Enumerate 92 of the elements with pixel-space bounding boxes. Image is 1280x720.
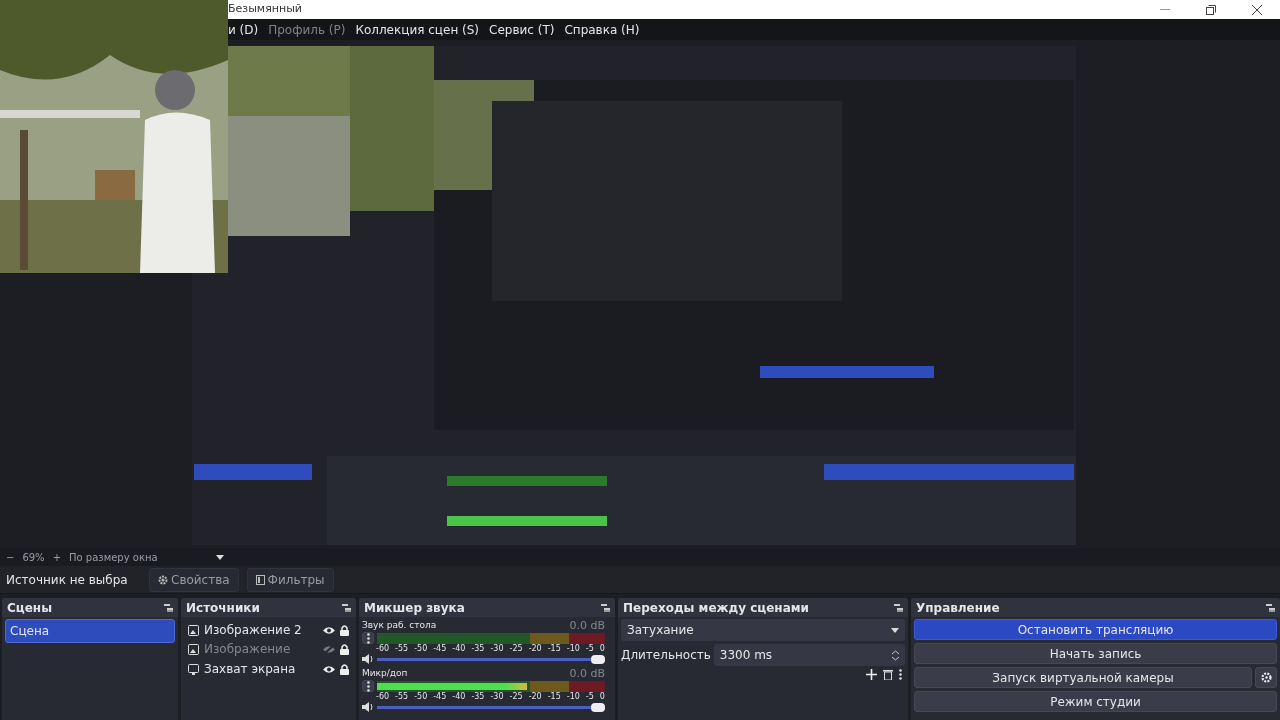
scale-label: -30 xyxy=(490,644,504,654)
source-name: Изображение 2 xyxy=(204,622,303,639)
dots-icon xyxy=(366,632,370,644)
scale-label: -25 xyxy=(509,644,523,654)
db-reading: 0.0 dB xyxy=(569,619,605,632)
dock-title: Источники xyxy=(186,599,260,617)
source-name: Изображение xyxy=(204,643,292,656)
gear-icon xyxy=(158,574,168,585)
menu-button[interactable] xyxy=(362,680,374,692)
db-reading: 0.0 dB xyxy=(569,667,605,680)
scale-label: -60 xyxy=(376,692,390,702)
control-button[interactable]: Остановить трансляцию xyxy=(914,619,1277,640)
image-icon xyxy=(188,644,199,655)
scale-label: -5 xyxy=(585,644,594,654)
menu-item[interactable]: Справка (H) xyxy=(564,20,640,39)
eye-icon[interactable] xyxy=(323,625,335,635)
dots-icon xyxy=(366,680,370,692)
channel-name: Микр/доп xyxy=(362,667,408,680)
dock-title: Переходы между сценами xyxy=(623,599,809,617)
speaker-icon[interactable] xyxy=(362,654,374,664)
undock-icon[interactable] xyxy=(601,603,610,612)
window-title: Безымянный xyxy=(228,1,303,18)
scale-mode-dropdown[interactable]: По размеру окна xyxy=(69,549,224,565)
scale-label: -5 xyxy=(585,692,594,702)
monitor-icon xyxy=(188,663,199,675)
scale-label: -35 xyxy=(471,692,485,702)
scale-label: -30 xyxy=(490,692,504,702)
undock-icon[interactable] xyxy=(164,603,173,612)
scale-label: -50 xyxy=(414,644,428,654)
menu-item[interactable]: Коллекция сцен (S) xyxy=(355,20,480,39)
undock-icon[interactable] xyxy=(342,603,351,612)
scale-label: 0 xyxy=(599,644,605,654)
transition-dropdown[interactable]: Затухание xyxy=(621,619,905,641)
eye-icon[interactable] xyxy=(323,664,335,674)
image-icon xyxy=(188,624,199,636)
menu-item[interactable]: и (D) xyxy=(228,20,259,39)
close-icon[interactable] xyxy=(1252,4,1262,15)
zoom-in-button[interactable]: + xyxy=(52,549,61,565)
caret-icon xyxy=(891,627,899,633)
scale-label: -40 xyxy=(452,692,466,702)
menu-button[interactable] xyxy=(362,632,374,644)
menu-item[interactable]: Сервис (T) xyxy=(489,20,555,39)
scale-label: -20 xyxy=(528,644,542,654)
scale-label: -45 xyxy=(433,692,447,702)
duration-field[interactable]: 3300 ms xyxy=(713,644,905,666)
lock-icon[interactable] xyxy=(340,644,349,655)
maximize-icon[interactable] xyxy=(1206,4,1216,15)
filters-button[interactable]: Фильтры xyxy=(246,567,334,592)
plus-icon[interactable] xyxy=(866,669,877,680)
scale-label: -10 xyxy=(566,644,580,654)
dock-title: Управление xyxy=(916,599,1000,617)
zoom-level: 69% xyxy=(22,550,45,565)
lock-icon[interactable] xyxy=(340,663,349,675)
dock-title: Сцены xyxy=(7,599,52,617)
caret-icon xyxy=(216,554,224,560)
channel-name: Звук раб. стола xyxy=(362,619,437,632)
undock-icon[interactable] xyxy=(1266,603,1275,612)
filter-icon xyxy=(255,574,265,585)
settings-button[interactable] xyxy=(1255,667,1277,688)
scale-label: 0 xyxy=(599,692,605,702)
source-label: Источник не выбра xyxy=(6,571,129,589)
control-button[interactable]: Режим студии xyxy=(914,691,1277,712)
speaker-icon[interactable] xyxy=(362,702,374,712)
eye-slash-icon[interactable] xyxy=(323,645,335,654)
duration-label: Длительность xyxy=(621,647,711,664)
dots-icon[interactable] xyxy=(899,669,902,680)
spin-arrows-icon[interactable] xyxy=(892,649,899,661)
scene-item[interactable]: Сцена xyxy=(5,619,175,643)
scale-label: -20 xyxy=(528,692,542,702)
gear-icon xyxy=(1260,672,1272,683)
undock-icon[interactable] xyxy=(894,603,903,612)
scale-label: -50 xyxy=(414,692,428,702)
zoom-out-button[interactable]: − xyxy=(6,549,15,565)
volume-slider[interactable] xyxy=(377,702,605,712)
lock-icon[interactable] xyxy=(340,624,349,636)
scale-label: -55 xyxy=(395,644,409,654)
scale-label: -15 xyxy=(547,692,561,702)
control-button[interactable]: Запуск виртуальной камеры xyxy=(914,667,1252,688)
control-button[interactable]: Начать запись xyxy=(914,643,1277,664)
scale-label: -60 xyxy=(376,644,390,654)
source-name: Захват экрана xyxy=(204,661,297,678)
dock-title: Микшер звука xyxy=(364,599,465,617)
scale-label: -35 xyxy=(471,644,485,654)
scale-label: -55 xyxy=(395,692,409,702)
scale-label: -25 xyxy=(509,692,523,702)
scale-label: -45 xyxy=(433,644,447,654)
trash-icon[interactable] xyxy=(883,669,893,680)
scale-label: -10 xyxy=(566,692,580,702)
volume-slider[interactable] xyxy=(377,654,605,664)
scale-label: -40 xyxy=(452,644,466,654)
properties-button[interactable]: Свойства xyxy=(149,567,239,592)
scale-label: -15 xyxy=(547,644,561,654)
